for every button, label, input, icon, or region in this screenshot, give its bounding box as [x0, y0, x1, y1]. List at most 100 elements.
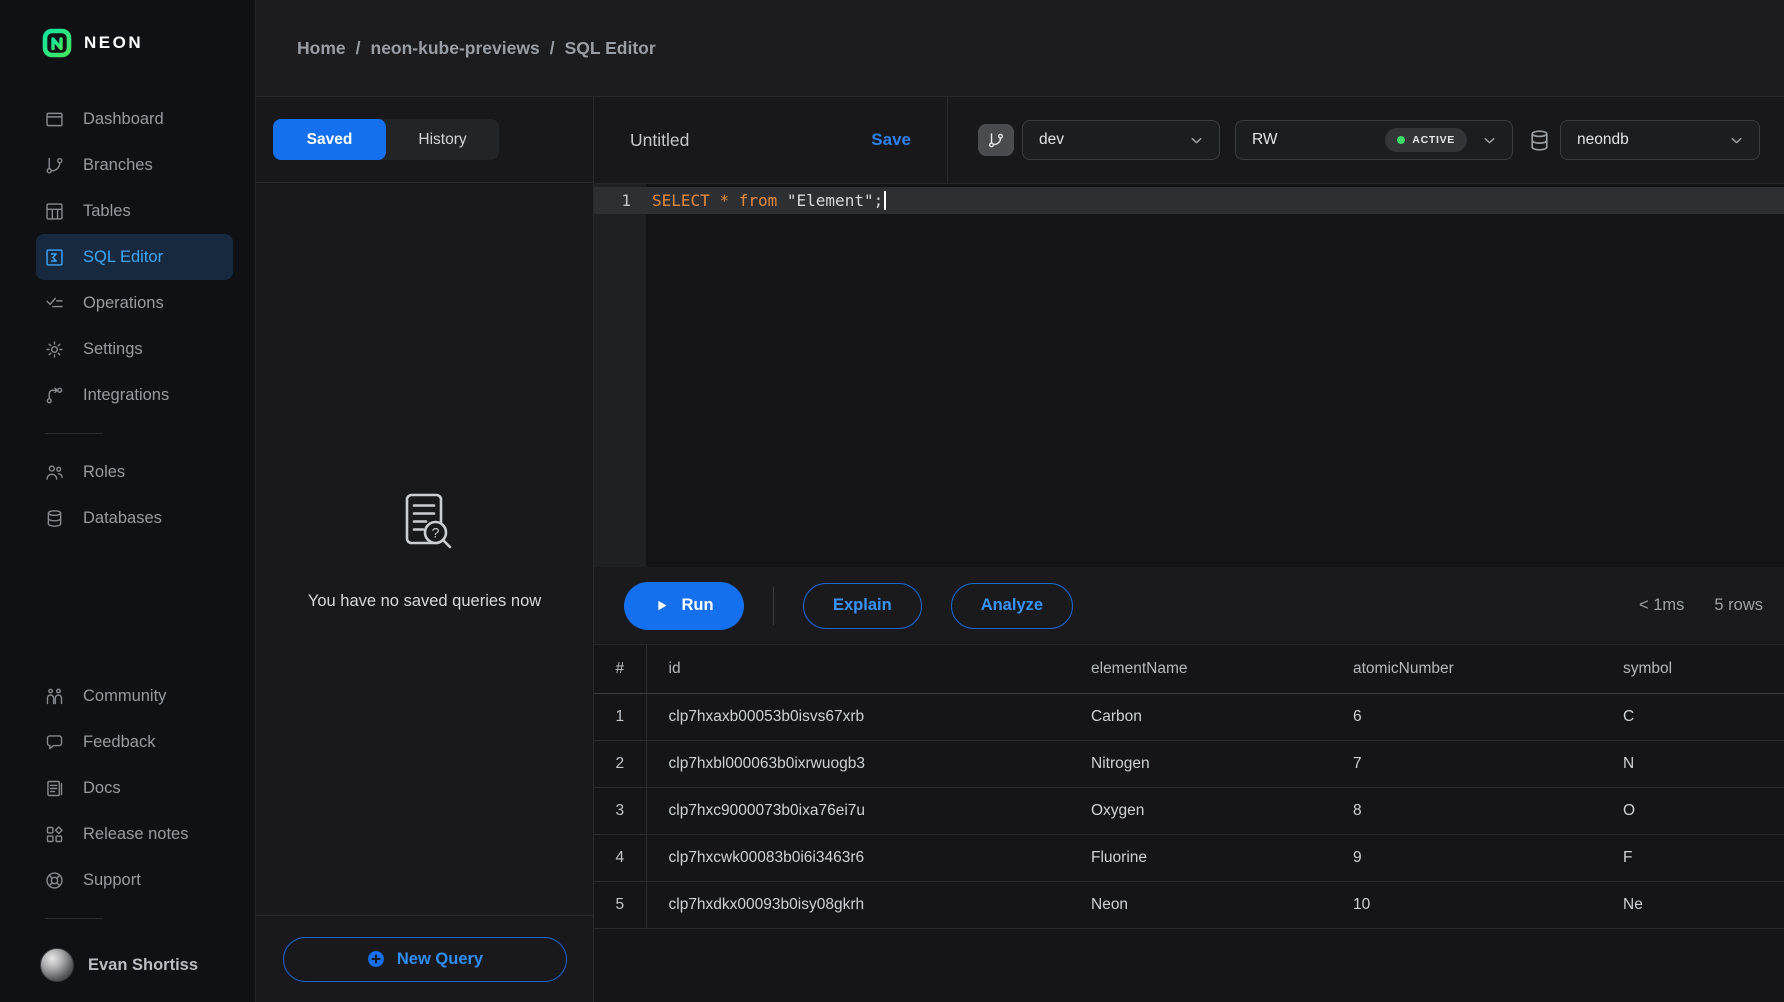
table-cell: N — [1601, 740, 1784, 787]
breadcrumb-item-home[interactable]: Home — [297, 38, 346, 59]
databases-icon — [44, 507, 66, 529]
sql-code-editor[interactable]: 1SELECT * from "Element"; — [594, 183, 1784, 567]
queries-tabs: SavedHistory — [273, 119, 499, 160]
toolbar-divider — [773, 587, 774, 625]
table-cell: O — [1601, 787, 1784, 834]
sidebar-item-label: Branches — [83, 156, 153, 175]
column-header-id: id — [646, 645, 1069, 693]
sidebar-item-label: Release notes — [83, 825, 189, 844]
tab-saved[interactable]: Saved — [273, 119, 386, 160]
database-icon — [1527, 128, 1552, 153]
sidebar-item-feedback[interactable]: Feedback — [36, 719, 233, 765]
sidebar-item-dashboard[interactable]: Dashboard — [36, 96, 233, 142]
analyze-button[interactable]: Analyze — [951, 583, 1073, 629]
results-area: #idelementNameatomicNumbersymbol 1clp7hx… — [594, 645, 1784, 1002]
table-cell: clp7hxdkx00093b0isy08gkrh — [646, 881, 1069, 928]
table-cell: C — [1601, 693, 1784, 740]
dashboard-icon — [44, 108, 66, 130]
sidebar-item-settings[interactable]: Settings — [36, 326, 233, 372]
queries-panel-footer: New Query — [256, 915, 593, 1002]
table-cell: 10 — [1331, 881, 1601, 928]
svg-text:?: ? — [431, 524, 439, 540]
compute-select-value: RW — [1252, 131, 1278, 149]
docs-icon — [44, 777, 66, 799]
editor-column: Untitled Save dev — [594, 97, 1784, 1002]
table-cell: Ne — [1601, 881, 1784, 928]
table-cell: clp7hxaxb00053b0isvs67xrb — [646, 693, 1069, 740]
main-area: Home/neon-kube-previews/SQL Editor Saved… — [256, 0, 1784, 1002]
sidebar-item-roles[interactable]: Roles — [36, 449, 233, 495]
queries-tabs-row: SavedHistory — [256, 97, 593, 183]
sidebar-item-community[interactable]: Community — [36, 673, 233, 719]
sidebar-item-branches[interactable]: Branches — [36, 142, 233, 188]
sidebar-item-label: Operations — [83, 294, 164, 313]
table-cell: 4 — [594, 834, 646, 881]
database-select[interactable]: neondb — [1560, 120, 1760, 160]
connection-controls: dev RW ACTIVE — [948, 97, 1784, 183]
run-button[interactable]: Run — [624, 582, 744, 630]
sidebar-item-tables[interactable]: Tables — [36, 188, 233, 234]
tables-icon — [44, 200, 66, 222]
new-query-label: New Query — [397, 950, 483, 969]
branch-icon-button[interactable] — [978, 124, 1014, 156]
code-text: SELECT * from "Element"; — [646, 191, 886, 210]
sidebar-item-support[interactable]: Support — [36, 857, 233, 903]
table-cell: 3 — [594, 787, 646, 834]
explain-button[interactable]: Explain — [803, 583, 922, 629]
results-table-body: 1clp7hxaxb00053b0isvs67xrbCarbon6C2clp7h… — [594, 693, 1784, 928]
sidebar-item-integrations[interactable]: Integrations — [36, 372, 233, 418]
sidebar-item-docs[interactable]: Docs — [36, 765, 233, 811]
editor-header: Untitled Save dev — [594, 97, 1784, 183]
neon-logo[interactable]: NEON — [0, 0, 255, 58]
save-query-button[interactable]: Save — [871, 130, 911, 150]
query-title[interactable]: Untitled — [630, 130, 689, 151]
queries-panel: SavedHistory ? You have no saved queries… — [256, 97, 594, 1002]
no-queries-icon: ? — [392, 488, 458, 554]
sidebar-item-label: Settings — [83, 340, 143, 359]
code-line[interactable]: 1SELECT * from "Element"; — [594, 187, 1784, 214]
table-cell: Neon — [1069, 881, 1331, 928]
chevron-down-icon — [1188, 132, 1205, 149]
sidebar-item-label: Docs — [83, 779, 121, 798]
table-cell: clp7hxcwk00083b0i6i3463r6 — [646, 834, 1069, 881]
column-header-num: # — [594, 645, 646, 693]
table-cell: 2 — [594, 740, 646, 787]
sidebar-item-label: Feedback — [83, 733, 155, 752]
breadcrumb: Home/neon-kube-previews/SQL Editor — [297, 38, 656, 59]
explain-label: Explain — [833, 596, 892, 615]
branch-select[interactable]: dev — [1022, 120, 1220, 160]
user-menu[interactable]: Evan Shortiss — [0, 934, 255, 1002]
table-cell: Nitrogen — [1069, 740, 1331, 787]
sidebar-item-operations[interactable]: Operations — [36, 280, 233, 326]
breadcrumb-item-sql-editor[interactable]: SQL Editor — [565, 38, 656, 59]
results-table: #idelementNameatomicNumbersymbol 1clp7hx… — [594, 645, 1784, 929]
brand-wordmark: NEON — [84, 33, 143, 53]
sidebar-item-sql-editor[interactable]: SQL Editor — [36, 234, 233, 280]
compute-select[interactable]: RW ACTIVE — [1235, 120, 1513, 160]
sidebar-item-label: Roles — [83, 463, 125, 482]
sidebar-item-label: Community — [83, 687, 166, 706]
sidebar-divider — [45, 433, 103, 434]
table-cell: clp7hxc9000073b0ixa76ei7u — [646, 787, 1069, 834]
breadcrumb-item-neon-kube-previews[interactable]: neon-kube-previews — [371, 38, 540, 59]
release-notes-icon — [44, 823, 66, 845]
sidebar-item-release-notes[interactable]: Release notes — [36, 811, 233, 857]
table-cell: 8 — [1331, 787, 1601, 834]
operations-icon — [44, 292, 66, 314]
sidebar-item-label: Databases — [83, 509, 162, 528]
results-toolbar: Run Explain Analyze < 1ms 5 rows — [594, 567, 1784, 645]
new-query-button[interactable]: New Query — [283, 937, 567, 982]
branches-icon — [44, 154, 66, 176]
roles-icon — [44, 461, 66, 483]
column-header-elementName: elementName — [1069, 645, 1331, 693]
integrations-icon — [44, 384, 66, 406]
sidebar: NEON Dashboard Branches TablesSQL Editor Op… — [0, 0, 256, 1002]
query-title-bar: Untitled Save — [594, 97, 948, 183]
sidebar-item-databases[interactable]: Databases — [36, 495, 233, 541]
sidebar-divider — [45, 918, 103, 919]
query-row-count: 5 rows — [1714, 596, 1763, 615]
support-icon — [44, 869, 66, 891]
chevron-down-icon — [1728, 132, 1745, 149]
table-cell: 6 — [1331, 693, 1601, 740]
tab-history[interactable]: History — [386, 119, 499, 160]
